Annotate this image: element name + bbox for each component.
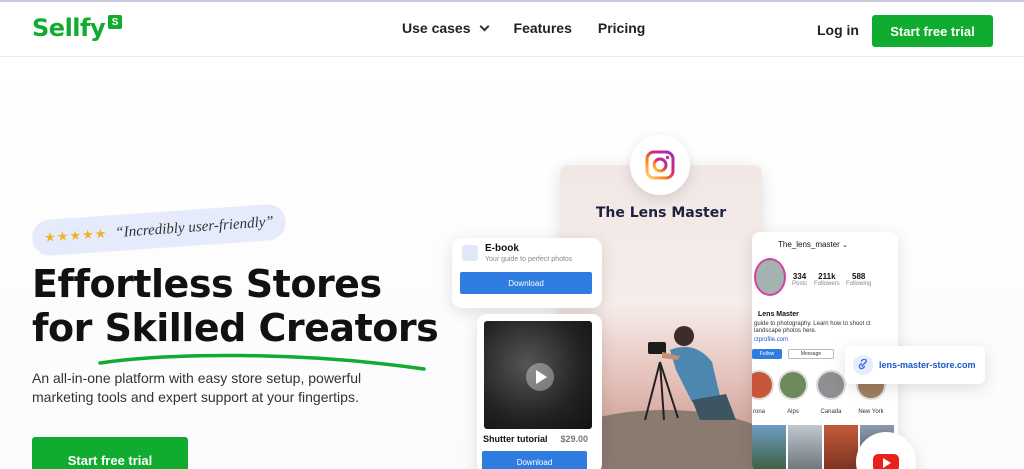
logo-text: Sellfy [32, 14, 106, 42]
nav-start-trial-button[interactable]: Start free trial [872, 15, 993, 47]
nav-use-cases-label: Use cases [402, 20, 471, 36]
video-product-card: Shutter tutorial $29.00 Download [477, 314, 602, 469]
sellfy-logo[interactable]: Sellfy S [32, 14, 123, 42]
profile-bio: guide to photography. Learn how to shoot… [754, 321, 871, 334]
post-thumbnail[interactable] [824, 425, 858, 469]
highlight-label: Alps [787, 409, 799, 415]
video-price: $29.00 [560, 434, 588, 444]
rating-stars: ★★★★★ [43, 225, 108, 246]
rating-quote: “Incredibly user-friendly” [114, 213, 275, 241]
profile-avatar [754, 258, 786, 296]
login-link[interactable]: Log in [817, 22, 859, 38]
youtube-glyph [873, 454, 899, 469]
follow-button[interactable]: Follow [752, 349, 782, 359]
nav-features[interactable]: Features [514, 20, 572, 36]
stat-posts: 334 Posts [792, 272, 808, 287]
lens-card-title: The Lens Master [595, 205, 727, 221]
highlight-story[interactable] [752, 370, 774, 400]
highlight-story[interactable] [816, 370, 846, 400]
stat-followers: 211k Followers [814, 272, 840, 287]
video-title: Shutter tutorial [483, 434, 548, 444]
logo-badge: S [108, 15, 123, 29]
ebook-product-card: E-book Your guide to perfect photos Down… [452, 238, 602, 308]
headline-underline-decoration [98, 353, 426, 371]
nav-links: Use cases Features Pricing [402, 20, 645, 36]
photographer-image [644, 326, 736, 421]
profile-handle: The_lens_master ⌄ [778, 240, 848, 249]
ebook-download-button[interactable]: Download [460, 272, 592, 294]
play-icon[interactable] [526, 363, 554, 391]
headline-line-1: Effortless Stores [32, 262, 382, 306]
ebook-title: E-book [485, 243, 519, 254]
video-thumbnail [484, 321, 592, 429]
profile-link[interactable]: ctprofile.com [754, 337, 788, 343]
nav-pricing-label: Pricing [597, 20, 646, 36]
video-download-button[interactable]: Download [482, 451, 587, 469]
store-link-card[interactable]: lens-master-store.com [845, 346, 985, 384]
profile-name: Lens Master [758, 311, 799, 318]
hero-subtext: An all-in-one platform with easy store s… [32, 370, 362, 405]
instagram-glyph [645, 150, 675, 180]
instagram-icon [630, 135, 690, 195]
message-button[interactable]: Message [788, 349, 834, 359]
top-nav: Sellfy S Use cases Features Pricing Log … [0, 2, 1024, 57]
store-link-text: lens-master-store.com [879, 360, 976, 370]
link-icon [853, 355, 873, 375]
hero-headline: Effortless Stores for Skilled Creators [32, 262, 439, 350]
highlight-story[interactable] [778, 370, 808, 400]
stat-following: 588 Following [846, 272, 872, 287]
nav-use-cases[interactable]: Use cases [402, 20, 489, 36]
highlight-label: New York [858, 409, 884, 415]
chevron-down-icon [479, 21, 489, 31]
post-thumbnail[interactable] [752, 425, 786, 469]
highlight-label: Canada [820, 409, 842, 415]
nav-features-label: Features [513, 20, 572, 36]
ebook-subtitle: Your guide to perfect photos [485, 256, 573, 263]
nav-pricing[interactable]: Pricing [598, 20, 645, 36]
headline-line-2: for Skilled Creators [32, 306, 439, 350]
post-thumbnail[interactable] [788, 425, 822, 469]
hero-start-trial-button[interactable]: Start free trial [32, 437, 188, 469]
book-icon [462, 245, 478, 261]
